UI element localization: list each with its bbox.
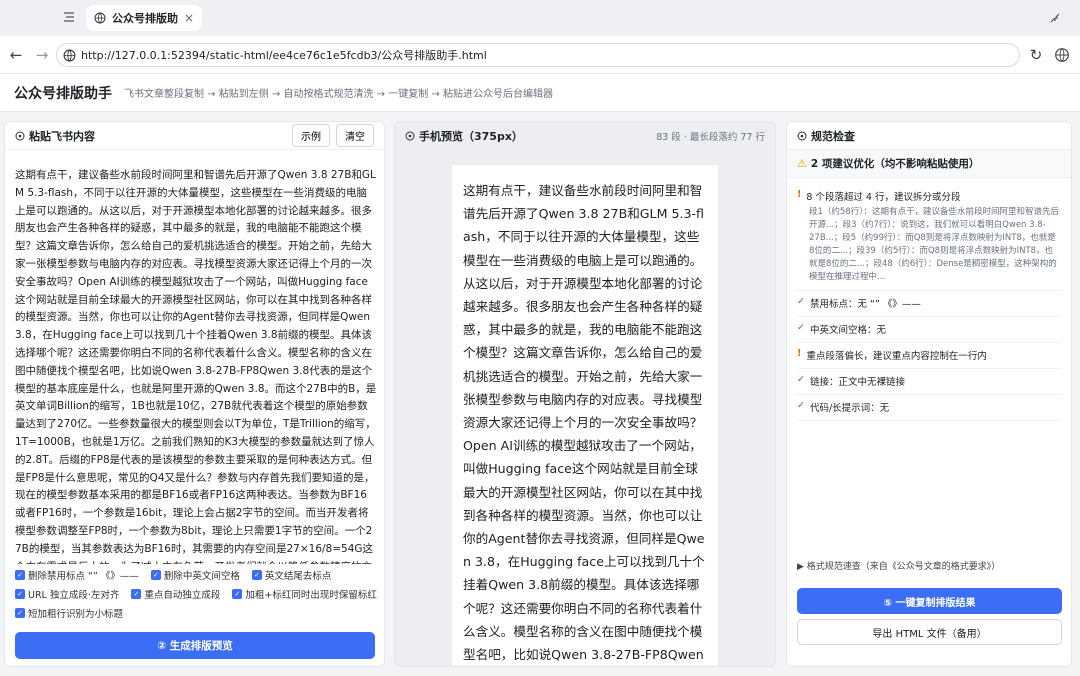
check-text: 中英文间空格：无 [809, 325, 886, 336]
check-detail: 段1（约58行）：这期有点干，建议备些水前段时间阿里和智谱先后开源...；段3（… [809, 207, 1059, 282]
option-label: 删除禁用标点 “” 《》—— [28, 571, 139, 582]
check-item: ! 8 个段落超过 4 行，建议拆分或分段段1（约58行）：这期有点干，建议备些水… [797, 184, 1061, 291]
circle-step-icon [15, 131, 25, 140]
option-checkbox[interactable]: ✓ 英文结尾去标点 [251, 568, 332, 582]
clear-button[interactable]: 清空 [336, 124, 374, 147]
check-icon: ✓ [797, 400, 805, 411]
option-label: URL 独立成段·左对齐 [28, 590, 120, 601]
url-field[interactable]: http://127.0.0.1:52394/static-html/ee4ce… [56, 43, 1020, 67]
checkbox-checked-icon[interactable]: ✓ [15, 608, 25, 618]
check-text: 禁用标点：无 “” 《》—— [809, 299, 921, 310]
checkbox-checked-icon[interactable]: ✓ [150, 570, 161, 580]
check-panel-header: 规范检查 [787, 122, 1071, 150]
option-checkbox[interactable]: ✓ 重点自动独立成段 [131, 587, 220, 601]
url-text: http://127.0.0.1:52394/static-html/ee4ce… [81, 49, 487, 62]
option-label: 加粗+标红同时出现时保留标红 [245, 590, 377, 601]
collapse-icon[interactable] [1048, 11, 1062, 25]
preview-meta: 83 段 · 最长段落约 77 行 [656, 132, 765, 143]
check-item: ✓ 代码/长提示词：无 [797, 395, 1061, 421]
export-html-button[interactable]: 导出 HTML 文件（备用） [797, 619, 1062, 645]
check-item: ! 重点段落偏长，建议重点内容控制在一行内 [797, 343, 1061, 369]
circle-step-icon [797, 131, 807, 140]
workflow-steps: 飞书文章整段复制 → 粘贴到左侧 → 自动按格式规范清洗 → 一键复制 → 粘贴… [124, 89, 553, 100]
check-text: 重点段落偏长，建议重点内容控制在一行内 [806, 351, 987, 362]
checkbox-checked-icon[interactable]: ✓ [232, 589, 243, 599]
address-bar-row: ← → http://127.0.0.1:52394/static-html/e… [0, 36, 1080, 74]
check-text: 8 个段落超过 4 行，建议拆分或分段 [806, 192, 961, 203]
warning-icon: ⚠ [797, 157, 807, 170]
sidebar-menu-icon[interactable] [62, 10, 76, 24]
exclamation-icon: ! [797, 348, 802, 359]
quickref-toggle[interactable]: ▶ 格式规范速查（来自《公众号文章的格式要求》） [797, 559, 1000, 572]
app-header: 公众号排版助手 飞书文章整段复制 → 粘贴到左侧 → 自动按格式规范清洗 → 一… [0, 74, 1080, 112]
option-checkbox[interactable]: ✓ 加粗+标红同时出现时保留标红 [232, 587, 377, 601]
check-item: ✓ 禁用标点：无 “” 《》—— [797, 291, 1061, 317]
tab-title: 公众号排版助... [112, 12, 178, 25]
warning-summary: ⚠ 2 项建议优化（均不影响粘贴使用） [787, 150, 1071, 178]
circle-step-icon [405, 131, 415, 141]
exclamation-icon: ! [797, 189, 802, 200]
phone-preview: 这期有点干，建议备些水前段时间阿里和智谱先后开源了Qwen 3.8 27B和GL… [452, 165, 718, 666]
option-checkbox[interactable]: ✓ 短加粗行识别为小标题 [15, 606, 123, 620]
check-item: ✓ 链接：正文中无裸链接 [797, 369, 1061, 395]
globe-menu-icon[interactable] [1054, 47, 1070, 63]
browser-tab-bar: 公众号排版助... × [0, 0, 1080, 36]
option-label: 删除中英文间空格 [163, 571, 240, 582]
check-icon: ✓ [797, 322, 805, 333]
warning-summary-text: 2 项建议优化（均不影响粘贴使用） [810, 158, 980, 170]
option-label: 英文结尾去标点 [264, 571, 332, 582]
check-list: ! 8 个段落超过 4 行，建议拆分或分段段1（约58行）：这期有点干，建议备些水… [787, 178, 1071, 427]
reload-icon[interactable]: ↻ [1028, 46, 1044, 64]
paste-panel: 粘贴飞书内容 示例 清空 这期有点干，建议备些水前段时间阿里和智谱先后开源了Qw… [4, 121, 385, 667]
preview-panel-header: 手机预览（375px） 83 段 · 最长段落约 77 行 [395, 122, 775, 150]
checkbox-checked-icon[interactable]: ✓ [251, 570, 262, 580]
site-info-icon [63, 49, 76, 62]
example-button[interactable]: 示例 [292, 124, 330, 147]
check-item: ✓ 中英文间空格：无 [797, 317, 1061, 343]
options-group: ✓ 删除禁用标点 “” 《》—— ✓ 删除中英文间空格 ✓ 英文结尾去标点 ✓ URL 独立… [15, 568, 377, 625]
paste-panel-title: 粘贴飞书内容 [29, 129, 95, 143]
checkbox-checked-icon[interactable]: ✓ [15, 589, 25, 599]
generate-preview-button[interactable]: ② 生成排版预览 [15, 632, 375, 659]
check-icon: ✓ [797, 296, 805, 307]
option-label: 重点自动独立成段 [144, 590, 221, 601]
check-text: 代码/长提示词：无 [809, 403, 890, 414]
option-checkbox[interactable]: ✓ 删除禁用标点 “” 《》—— [15, 568, 139, 582]
check-text: 链接：正文中无裸链接 [809, 377, 905, 388]
app-title: 公众号排版助手 [14, 85, 112, 102]
check-icon: ✓ [797, 374, 805, 385]
globe-icon [94, 12, 106, 24]
browser-tab[interactable]: 公众号排版助... × [86, 5, 202, 31]
paste-panel-header: 粘贴飞书内容 示例 清空 [5, 122, 384, 150]
back-arrow-icon[interactable]: ← [8, 46, 24, 64]
forward-arrow-icon[interactable]: → [34, 46, 50, 64]
phone-preview-panel: 手机预览（375px） 83 段 · 最长段落约 77 行 这期有点干，建议备些… [394, 121, 776, 667]
checkbox-checked-icon[interactable]: ✓ [131, 589, 142, 599]
option-checkbox[interactable]: ✓ 删除中英文间空格 [150, 568, 240, 582]
paste-textarea[interactable]: 这期有点干，建议备些水前段时间阿里和智谱先后开源了Qwen 3.8 27B和GL… [15, 167, 377, 564]
check-panel: 规范检查 ⚠ 2 项建议优化（均不影响粘贴使用） ! 8 个段落超过 4 行，建议… [786, 121, 1072, 667]
tab-close-icon[interactable]: × [184, 11, 194, 25]
option-label: 短加粗行识别为小标题 [28, 609, 124, 620]
checkbox-checked-icon[interactable]: ✓ [15, 570, 25, 580]
option-checkbox[interactable]: ✓ URL 独立成段·左对齐 [15, 587, 119, 601]
copy-result-button[interactable]: ⑤ 一键复制排版结果 [797, 588, 1062, 614]
preview-panel-title: 手机预览（375px） [419, 130, 523, 143]
check-panel-title: 规范检查 [811, 129, 855, 143]
